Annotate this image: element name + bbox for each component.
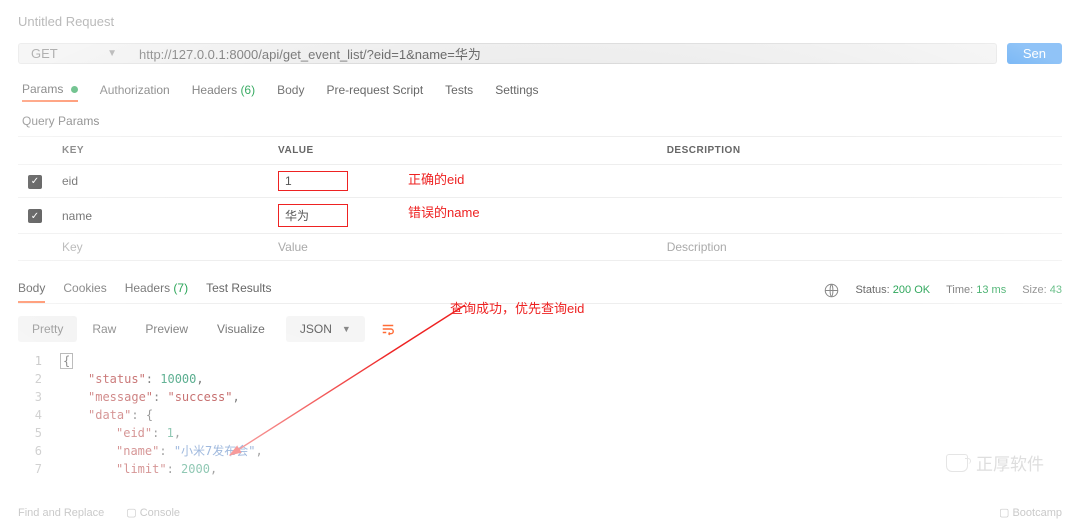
tab-prerequest[interactable]: Pre-request Script: [326, 83, 423, 101]
fmt-preview[interactable]: Preview: [131, 316, 202, 342]
tab-settings[interactable]: Settings: [495, 83, 538, 101]
annotation-text: 正确的eid: [408, 169, 464, 188]
tab-params[interactable]: Params: [22, 82, 78, 102]
table-row[interactable]: ✓ name 华为 错误的name: [18, 198, 1062, 234]
param-value-placeholder[interactable]: Value: [268, 234, 657, 261]
col-value: VALUE: [268, 137, 657, 165]
checkbox-checked-icon[interactable]: ✓: [28, 209, 42, 223]
watermark-text: 正厚软件: [976, 450, 1044, 475]
send-button[interactable]: Sen: [1007, 43, 1062, 64]
annotation-summary: 查询成功，优先查询eid: [450, 298, 584, 317]
tab-authorization[interactable]: Authorization: [100, 83, 170, 101]
param-key-placeholder[interactable]: Key: [52, 234, 268, 261]
param-key-input[interactable]: eid: [52, 165, 268, 198]
wechat-icon: [946, 454, 968, 472]
format-bar: Pretty Raw Preview Visualize JSON▼: [18, 316, 1062, 342]
find-replace-button[interactable]: Find and Replace: [18, 507, 104, 519]
chevron-down-icon: ▼: [107, 48, 117, 59]
wrap-lines-icon[interactable]: [380, 322, 396, 336]
annotation-text: 错误的name: [408, 202, 480, 221]
checkbox-checked-icon[interactable]: ✓: [28, 175, 42, 189]
chevron-down-icon: ▼: [342, 324, 351, 334]
fmt-type-select[interactable]: JSON▼: [286, 316, 365, 342]
fmt-raw[interactable]: Raw: [78, 316, 130, 342]
param-key-input[interactable]: name: [52, 198, 268, 234]
annotation-box: 华为: [278, 204, 348, 227]
method-select[interactable]: GET ▼: [18, 43, 127, 64]
param-desc-input[interactable]: [657, 198, 1062, 234]
col-key: KEY: [52, 137, 268, 165]
tab-headers[interactable]: Headers (6): [192, 83, 255, 101]
globe-icon[interactable]: [824, 283, 839, 298]
annotation-box: 1: [278, 171, 348, 191]
resp-tab-tests[interactable]: Test Results: [206, 277, 271, 303]
response-meta: Status: 200 OK Time: 13 ms Size: 43: [824, 283, 1062, 298]
param-value-input[interactable]: 华为 错误的name: [268, 198, 657, 234]
tab-tests[interactable]: Tests: [445, 83, 473, 101]
method-label: GET: [31, 46, 58, 61]
url-input[interactable]: http://127.0.0.1:8000/api/get_event_list…: [127, 43, 997, 64]
fmt-pretty[interactable]: Pretty: [18, 316, 77, 342]
request-title: Untitled Request: [18, 10, 1062, 33]
fmt-visualize[interactable]: Visualize: [203, 316, 279, 342]
param-value-input[interactable]: 1 正确的eid: [268, 165, 657, 198]
bottom-bar: Find and Replace ▢ Console: [18, 506, 180, 519]
response-body[interactable]: 1{ 2"status": 10000, 3"message": "succes…: [18, 352, 1062, 478]
request-bar: GET ▼ http://127.0.0.1:8000/api/get_even…: [18, 43, 1062, 64]
query-params-table: KEY VALUE DESCRIPTION ✓ eid 1 正确的eid ✓ n…: [18, 136, 1062, 261]
table-row-new[interactable]: Key Value Description: [18, 234, 1062, 261]
bootcamp-button[interactable]: ▢ Bootcamp: [999, 506, 1062, 519]
console-button[interactable]: ▢ Console: [126, 506, 180, 519]
response-tabs: Body Cookies Headers (7) Test Results: [18, 277, 271, 303]
request-tabs: Params Authorization Headers (6) Body Pr…: [18, 82, 1062, 102]
col-description: DESCRIPTION: [657, 137, 1062, 165]
tab-body[interactable]: Body: [277, 83, 304, 101]
resp-tab-headers[interactable]: Headers (7): [125, 277, 188, 303]
param-desc-input[interactable]: [657, 165, 1062, 198]
query-params-heading: Query Params: [18, 112, 1062, 130]
param-desc-placeholder[interactable]: Description: [657, 234, 1062, 261]
resp-tab-cookies[interactable]: Cookies: [63, 277, 106, 303]
params-active-dot-icon: [71, 86, 78, 93]
url-value: http://127.0.0.1:8000/api/get_event_list…: [139, 44, 481, 63]
watermark: 正厚软件: [946, 450, 1044, 475]
table-row[interactable]: ✓ eid 1 正确的eid: [18, 165, 1062, 198]
resp-tab-body[interactable]: Body: [18, 277, 45, 303]
